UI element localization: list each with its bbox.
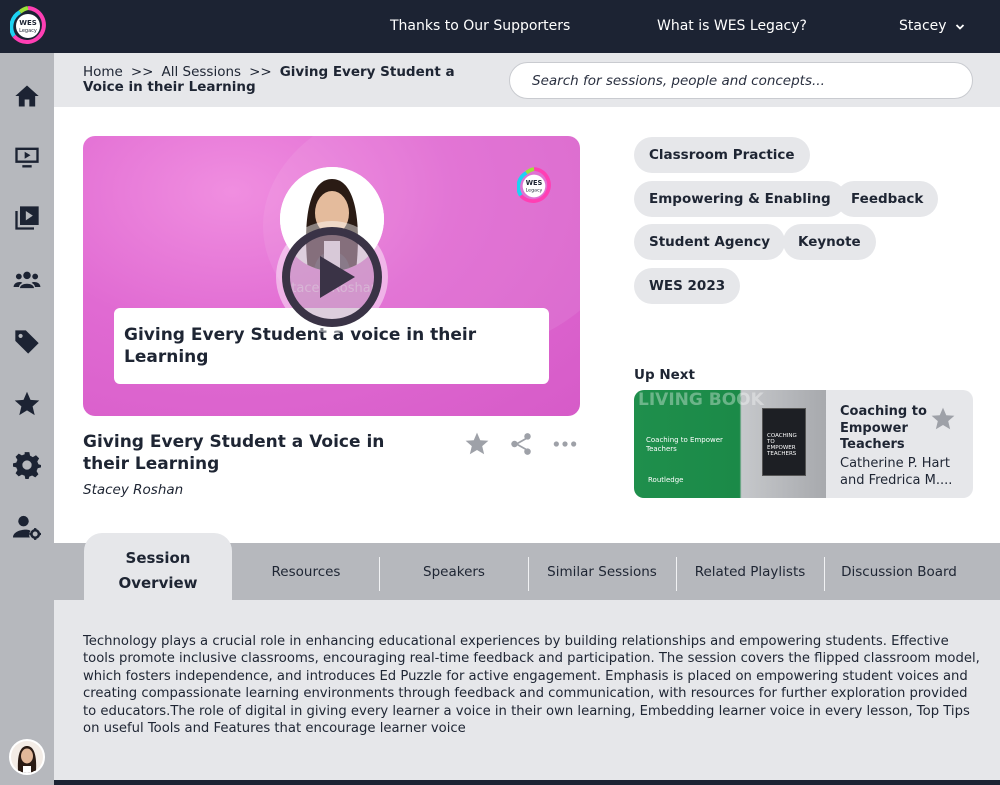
sidebar-item-favourites[interactable]: [12, 389, 42, 419]
share-button[interactable]: [507, 430, 535, 458]
svg-text:Legacy: Legacy: [19, 28, 37, 34]
video-library-icon: [15, 206, 39, 230]
user-settings-icon: [13, 515, 41, 540]
breadcrumb-separator: >>: [249, 64, 272, 80]
breadcrumb: Home >> All Sessions >> Giving Every Student…: [83, 65, 463, 95]
sidebar-item-concepts[interactable]: [12, 327, 42, 357]
share-icon: [511, 433, 531, 455]
star-icon: [931, 407, 955, 430]
sidebar-item-home[interactable]: [12, 81, 42, 111]
session-actions: [463, 430, 579, 458]
wes-legacy-logo[interactable]: WES Legacy: [10, 6, 46, 46]
up-next-label: Up Next: [634, 367, 695, 383]
user-menu[interactable]: Stacey: [899, 0, 965, 53]
gear-icon: [13, 452, 41, 479]
svg-text:WES: WES: [526, 179, 543, 187]
sidebar: [0, 53, 54, 785]
sidebar-item-people[interactable]: [12, 265, 42, 295]
up-next-card[interactable]: LIVING BOOK Coaching to Empower Teachers…: [634, 390, 973, 498]
user-name: Stacey: [899, 18, 947, 34]
video-player[interactable]: WES Legacy Stacey Roshan Giving Every St…: [83, 136, 580, 416]
book-cover: COACHING TO EMPOWER TEACHERS: [762, 408, 806, 476]
svg-text:WES: WES: [19, 19, 37, 27]
sidebar-item-account[interactable]: [12, 512, 42, 542]
tag-icon: [15, 330, 39, 354]
svg-text:Legacy: Legacy: [526, 188, 543, 194]
tag-chip[interactable]: Keynote: [783, 224, 876, 260]
people-icon: [13, 271, 41, 289]
tag-chip[interactable]: Classroom Practice: [634, 137, 810, 173]
thumbnail-subtitle: Coaching to Empower Teachers: [646, 436, 723, 453]
up-next-title: Coaching to Empower Teachers: [840, 404, 927, 452]
top-bar: WES Legacy Thanks to Our Supporters What…: [0, 0, 1000, 53]
tv-play-icon: [15, 147, 39, 168]
nav-about-link[interactable]: What is WES Legacy?: [657, 0, 807, 53]
search-input[interactable]: [509, 62, 973, 99]
favourite-button[interactable]: [463, 430, 491, 458]
tab-bar: Session Overview Resources Speakers Simi…: [54, 533, 1000, 600]
sidebar-item-sessions[interactable]: [12, 142, 42, 172]
up-next-favourite-button[interactable]: [930, 406, 958, 434]
star-icon: [465, 432, 489, 455]
sidebar-item-playlists[interactable]: [12, 203, 42, 233]
tag-chip[interactable]: Student Agency: [634, 224, 786, 260]
avatar-portrait-image: [11, 741, 43, 773]
session-description: Technology plays a crucial role in enhan…: [83, 634, 980, 737]
more-dots-icon: [553, 441, 577, 447]
thumbnail-heading: LIVING BOOK: [638, 390, 764, 410]
breadcrumb-sessions[interactable]: All Sessions: [162, 64, 242, 80]
tab-resources[interactable]: Resources: [232, 543, 380, 600]
up-next-thumbnail: LIVING BOOK Coaching to Empower Teachers…: [634, 390, 826, 498]
tag-chip[interactable]: Feedback: [836, 181, 939, 217]
tag-chip[interactable]: Empowering & Enabling: [634, 181, 846, 217]
tab-speakers[interactable]: Speakers: [380, 543, 528, 600]
more-options-button[interactable]: [551, 430, 579, 458]
chevron-down-icon: [955, 23, 964, 30]
wes-legacy-watermark-logo: WES Legacy: [517, 167, 551, 203]
up-next-authors: Catherine P. Hart and Fredrica M....: [840, 456, 953, 488]
star-icon: [14, 391, 40, 416]
session-title: Giving Every Student a Voice in their Le…: [83, 432, 385, 474]
home-icon: [15, 85, 39, 107]
sidebar-item-settings[interactable]: [12, 450, 42, 480]
footer-strip: [54, 780, 1000, 785]
thumbnail-publisher: Routledge: [648, 476, 684, 484]
header-band: Home >> All Sessions >> Giving Every Student…: [54, 53, 1000, 107]
play-icon[interactable]: [273, 218, 391, 336]
user-avatar[interactable]: [9, 739, 45, 775]
tab-related-playlists[interactable]: Related Playlists: [676, 543, 824, 600]
breadcrumb-home[interactable]: Home: [83, 64, 123, 80]
tag-chip[interactable]: WES 2023: [634, 268, 741, 304]
tab-similar-sessions[interactable]: Similar Sessions: [528, 543, 676, 600]
breadcrumb-separator: >>: [130, 64, 154, 80]
book-cover-title: COACHING TO EMPOWER TEACHERS: [767, 433, 797, 457]
tab-session-overview[interactable]: Session Overview: [84, 533, 232, 600]
tab-discussion-board[interactable]: Discussion Board: [824, 543, 974, 600]
session-speaker-link[interactable]: Stacey Roshan: [83, 482, 183, 498]
nav-supporters-link[interactable]: Thanks to Our Supporters: [390, 0, 570, 53]
